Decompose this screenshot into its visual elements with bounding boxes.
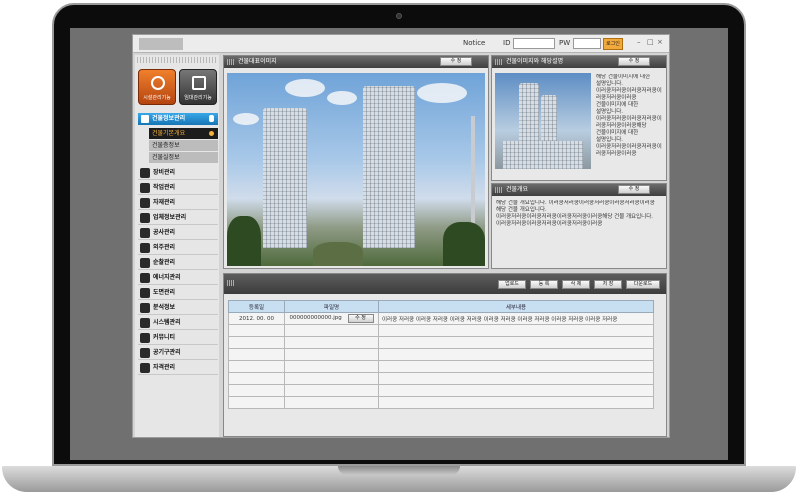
menu-item-icon bbox=[140, 213, 150, 223]
column-header: 등록일 bbox=[228, 300, 285, 313]
grip-icon bbox=[227, 280, 234, 286]
grip-icon bbox=[495, 59, 502, 65]
sidebar-item[interactable]: 시스템관리 bbox=[138, 316, 218, 330]
panel-header: 건물대표이미지 수 정 bbox=[224, 56, 488, 68]
row-file: 000000000000.jpg 수 정 bbox=[284, 312, 379, 325]
side-image-description: 해당 건물이미지에 대한 설명입니다. 이러쿵저러쿵이러쿵저러쿵이 러쿵저러쿵이… bbox=[596, 74, 662, 157]
file-toolbar-button[interactable]: 업로드 bbox=[498, 280, 526, 289]
notice-link[interactable]: Notice bbox=[463, 39, 485, 47]
active-dot-icon bbox=[209, 131, 214, 136]
monitor-icon bbox=[192, 76, 206, 90]
sidebar-item[interactable]: 커뮤니티 bbox=[138, 331, 218, 345]
files-panel: 업로드 등 록 삭 제 저 장 다운로드 등록일 파일명 세부내용 2012. 00. … bbox=[223, 273, 667, 437]
mouse-icon bbox=[209, 115, 214, 122]
sidebar: 시설관리기능 임대관리기능 건물정보관리 건물기본개요 건물층정보 건물실정보 bbox=[135, 55, 219, 437]
table-row-empty bbox=[228, 360, 654, 373]
laptop-frame: Notice ID PW 로그인 – □ × 시설관리기능 임대관리기능 건물정… bbox=[0, 0, 798, 500]
id-label: ID bbox=[503, 39, 511, 47]
menu-item-icon bbox=[140, 303, 150, 313]
sidebar-item[interactable]: 장비관리 bbox=[138, 166, 218, 180]
column-header: 파일명 bbox=[284, 300, 379, 313]
menu-item-icon bbox=[140, 243, 150, 253]
sidebar-item[interactable]: 에너지관리 bbox=[138, 271, 218, 285]
sidebar-item[interactable]: 외주관리 bbox=[138, 241, 218, 255]
table-row-empty bbox=[228, 396, 654, 409]
building-photo bbox=[227, 73, 485, 266]
pw-input[interactable] bbox=[573, 38, 601, 49]
sidebar-subitem-floor-info[interactable]: 건물층정보 bbox=[149, 140, 218, 151]
app-window: Notice ID PW 로그인 – □ × 시설관리기능 임대관리기능 건물정… bbox=[132, 34, 670, 438]
pw-label: PW bbox=[559, 39, 571, 47]
sidebar-item[interactable]: 업체정보관리 bbox=[138, 211, 218, 225]
row-content: 이러쿵 저러쿵 이러쿵 저러쿵 이러쿵 저러쿵 이러쿵 저러쿵 이러쿵 저러쿵 … bbox=[378, 312, 654, 325]
id-input[interactable] bbox=[513, 38, 555, 49]
sidebar-item[interactable]: 분석정보 bbox=[138, 301, 218, 315]
sidebar-item[interactable]: 순찰관리 bbox=[138, 256, 218, 270]
files-table: 등록일 파일명 세부내용 2012. 00. 00 000000000000.jp… bbox=[228, 300, 654, 409]
login-button[interactable]: 로그인 bbox=[603, 38, 623, 50]
top-bar: Notice ID PW 로그인 – □ × bbox=[133, 35, 669, 53]
menu-item-icon bbox=[140, 273, 150, 283]
table-row-empty bbox=[228, 384, 654, 397]
gear-icon bbox=[151, 76, 165, 90]
sidebar-subitem-room-info[interactable]: 건물실정보 bbox=[149, 152, 218, 163]
file-toolbar-button[interactable]: 다운로드 bbox=[626, 280, 660, 289]
building-icon bbox=[141, 115, 149, 123]
edit-button[interactable]: 수 정 bbox=[440, 57, 472, 66]
menu-item-icon bbox=[140, 168, 150, 178]
laptop-notch bbox=[338, 466, 460, 475]
sidebar-section-building-info[interactable]: 건물정보관리 bbox=[138, 113, 218, 125]
table-row: 2012. 00. 00 000000000000.jpg 수 정 이러쿵 저러쿵 … bbox=[228, 312, 654, 325]
menu-item-icon bbox=[140, 318, 150, 328]
building-side-photo bbox=[495, 73, 591, 169]
overview-panel: 건물개요 수 정 해당 건물 개요입니다. 이러쿵저러쿵이러쿵저러쿵이러쿵저러쿵… bbox=[491, 183, 667, 269]
sidebar-subitem-basic-overview[interactable]: 건물기본개요 bbox=[149, 128, 218, 139]
menu-item-icon bbox=[140, 183, 150, 193]
column-header: 세부내용 bbox=[378, 300, 654, 313]
lease-mgmt-button[interactable]: 임대관리기능 bbox=[179, 69, 217, 105]
sidebar-item[interactable]: 공기구관리 bbox=[138, 346, 218, 360]
grip-icon bbox=[227, 59, 234, 65]
file-toolbar-button[interactable]: 삭 제 bbox=[562, 280, 590, 289]
edit-button[interactable]: 수 정 bbox=[618, 185, 650, 194]
sidebar-item[interactable]: 도면관리 bbox=[138, 286, 218, 300]
edit-button[interactable]: 수 정 bbox=[618, 57, 650, 66]
menu-item-icon bbox=[140, 333, 150, 343]
menu-item-icon bbox=[140, 363, 150, 373]
row-date: 2012. 00. 00 bbox=[228, 312, 285, 325]
sidebar-item[interactable]: 자재관리 bbox=[138, 196, 218, 210]
file-toolbar-button[interactable]: 저 장 bbox=[594, 280, 622, 289]
screen: Notice ID PW 로그인 – □ × 시설관리기능 임대관리기능 건물정… bbox=[70, 28, 728, 460]
menu-item-icon bbox=[140, 228, 150, 238]
grip-icon bbox=[495, 187, 502, 193]
row-edit-button[interactable]: 수 정 bbox=[347, 314, 374, 323]
maximize-icon[interactable]: □ bbox=[647, 38, 654, 46]
webcam bbox=[396, 13, 402, 19]
menu-item-icon bbox=[140, 288, 150, 298]
side-image-panel: 건물이미지와 해당설명 수 정 해당 건물이미지에 대한 설명입니다. 이러쿵저… bbox=[491, 55, 667, 181]
facility-mgmt-button[interactable]: 시설관리기능 bbox=[138, 69, 176, 105]
panel-header: 건물개요 수 정 bbox=[492, 184, 666, 196]
menu-item-icon bbox=[140, 348, 150, 358]
table-row-empty bbox=[228, 372, 654, 385]
file-toolbar-button[interactable]: 등 록 bbox=[530, 280, 558, 289]
grip-strip bbox=[137, 57, 217, 63]
table-row-empty bbox=[228, 348, 654, 361]
sidebar-item[interactable]: 자격관리 bbox=[138, 361, 218, 375]
menu-item-icon bbox=[140, 198, 150, 208]
table-row-empty bbox=[228, 324, 654, 337]
panel-header: 건물이미지와 해당설명 수 정 bbox=[492, 56, 666, 68]
table-row-empty bbox=[228, 336, 654, 349]
app-logo bbox=[139, 38, 183, 50]
overview-text: 해당 건물 개요입니다. 이러쿵저러쿵이러쿵저러쿵이러쿵저러쿵이러쿵 해당 건물… bbox=[496, 200, 655, 227]
close-icon[interactable]: × bbox=[657, 38, 663, 46]
main-image-panel: 건물대표이미지 수 정 bbox=[223, 55, 489, 269]
menu-item-icon bbox=[140, 258, 150, 268]
minimize-icon[interactable]: – bbox=[637, 38, 641, 46]
sidebar-item[interactable]: 작업관리 bbox=[138, 181, 218, 195]
sidebar-item[interactable]: 공사관리 bbox=[138, 226, 218, 240]
